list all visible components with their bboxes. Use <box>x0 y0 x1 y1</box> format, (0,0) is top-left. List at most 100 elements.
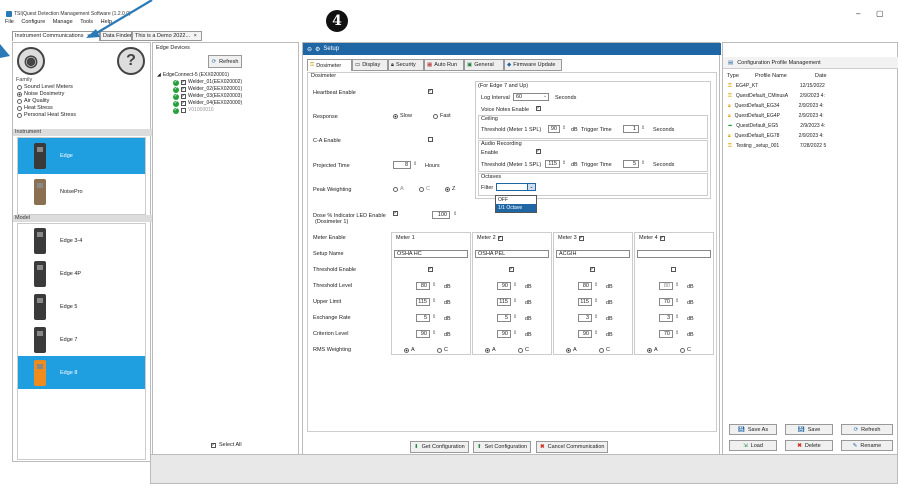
load-button[interactable]: ⇲ Load <box>729 440 777 451</box>
family-radio[interactable]: Air Quality <box>17 98 49 104</box>
family-radio[interactable]: Sound Level Meters <box>17 84 73 90</box>
model-item[interactable]: Edge 3-4 <box>18 224 145 257</box>
meter-1-criterion-input[interactable]: 90 <box>416 330 430 338</box>
meter-4-rms-c[interactable]: C <box>680 347 691 353</box>
peak-a-radio[interactable]: A <box>393 186 404 192</box>
checkbox[interactable]: ✓ <box>211 442 216 448</box>
spinner-icon[interactable]: ⇕ <box>594 330 598 336</box>
response-fast-radio[interactable]: Fast <box>433 113 451 119</box>
rename-button[interactable]: ✎ Rename <box>841 440 893 451</box>
profile-row[interactable]: 🔒︎ QuestDefault_EG34 2/9/2023 4: <box>728 103 824 109</box>
dose-led-input[interactable]: 100 <box>432 211 450 219</box>
meter-2-enable[interactable]: Meter 2 ✓ <box>477 235 503 241</box>
profile-row[interactable]: 🔒︎ QuestDefault_EG4P 2/9/2023 4: <box>728 113 824 119</box>
tree-device[interactable]: ✓ ✓ Welder_01(EEX020002) <box>157 79 242 86</box>
tree-root[interactable]: ◢ EdgeConnect-5 (EXX020001) <box>157 72 242 79</box>
spinner-icon[interactable]: ⇕ <box>413 161 417 167</box>
meter-3-rms-a[interactable]: A <box>566 347 577 353</box>
audio-enable-checkbox[interactable]: ✓ <box>536 149 541 154</box>
spinner-icon[interactable]: ⇕ <box>513 282 517 288</box>
heartbeat-checkbox[interactable]: ✓ <box>428 89 433 94</box>
model-item[interactable]: Edge 5 <box>18 290 145 323</box>
voice-notes-checkbox[interactable]: ✓ <box>536 106 541 111</box>
filter-option-off[interactable]: OFF <box>496 196 536 204</box>
spinner-icon[interactable]: ⇕ <box>513 330 517 336</box>
connect-icon[interactable]: ◉ <box>17 47 45 75</box>
meter-3-threshold-checkbox[interactable]: ✓ <box>590 267 595 272</box>
set-configuration-button[interactable]: ⬆ Set Configuration <box>473 441 532 453</box>
spinner-icon[interactable]: ⇕ <box>641 125 645 131</box>
meter-1-exchange-input[interactable]: 5 <box>416 314 430 322</box>
audio-trigger-input[interactable]: 5 <box>623 160 639 168</box>
profile-row[interactable]: ⚿ EG4P_KT 12/15/2022 <box>728 83 825 89</box>
spinner-icon[interactable]: ⇕ <box>562 160 566 166</box>
save-button[interactable]: 💾︎ Save <box>785 424 833 435</box>
tree-device[interactable]: ✓ V01000010 <box>157 107 242 114</box>
device-checkbox[interactable]: ✓ <box>181 87 186 92</box>
spinner-icon[interactable]: ⇕ <box>453 211 457 217</box>
chevron-down-icon[interactable]: ⌄ <box>543 93 547 99</box>
get-configuration-button[interactable]: ⬇ Get Configuration <box>410 441 469 453</box>
meter-2-rms-c[interactable]: C <box>518 347 529 353</box>
meter-3-setup-name[interactable]: ACGIH <box>556 250 630 258</box>
meter-2-threshold-input[interactable]: 90 <box>497 282 511 290</box>
spinner-icon[interactable]: ⇕ <box>513 314 517 320</box>
refresh-button[interactable]: ⟳ Refresh <box>208 55 242 68</box>
meter-2-threshold-checkbox[interactable]: ✓ <box>509 267 514 272</box>
meter-3-rms-c[interactable]: C <box>599 347 610 353</box>
spinner-icon[interactable]: ⇕ <box>432 282 436 288</box>
meter-3-threshold-input[interactable]: 80 <box>578 282 592 290</box>
tree-device[interactable]: ✓ ✓ Welder_02(EEX020001) <box>157 86 242 93</box>
meter-3-criterion-input[interactable]: 90 <box>578 330 592 338</box>
tab-display[interactable]: ▭ Display <box>352 59 388 71</box>
meter-2-criterion-input[interactable]: 90 <box>497 330 511 338</box>
delete-button[interactable]: ✖ Delete <box>785 440 833 451</box>
meter-3-upper-input[interactable]: 115 <box>578 298 592 306</box>
select-all-checkbox[interactable]: ✓ Select All <box>211 442 242 448</box>
ceiling-threshold-input[interactable]: 90 <box>548 125 560 133</box>
model-item-selected[interactable]: Edge 8 <box>18 356 145 389</box>
ceiling-trigger-input[interactable]: 1 <box>623 125 639 133</box>
projected-time-input[interactable]: 8 <box>393 161 411 169</box>
meter-2-setup-name[interactable]: OSHA PEL <box>475 250 549 258</box>
peak-z-radio[interactable]: Z <box>445 186 455 192</box>
spinner-icon[interactable]: ⇕ <box>594 298 598 304</box>
profile-row[interactable]: ⚿ Testing _setup_001 7/28/2022 5 <box>728 143 826 149</box>
save-as-button[interactable]: 💾︎ Save As <box>729 424 777 435</box>
family-radio[interactable]: Personal Heat Stress <box>17 112 76 118</box>
meter-1-setup-name[interactable]: OSHA HC <box>394 250 468 258</box>
instrument-item-noisepro[interactable]: NoisePro <box>18 174 145 210</box>
tab-auto-run[interactable]: ▦ Auto Run <box>424 59 464 71</box>
device-checkbox[interactable]: ✓ <box>181 80 186 85</box>
spinner-icon[interactable]: ⇕ <box>432 314 436 320</box>
device-checkbox[interactable] <box>181 108 186 113</box>
profile-row[interactable]: ⚿ QuestDefault_CMinusA 2/9/2023 4: <box>728 93 825 99</box>
cancel-communication-button[interactable]: ✖ Cancel Communication <box>536 441 609 453</box>
model-item[interactable]: Edge 7 <box>18 323 145 356</box>
meter-3-enable[interactable]: Meter 3 ✓ <box>558 235 584 241</box>
profile-row[interactable]: 🔒︎ QuestDefault_EG78 2/9/2023 4: <box>728 133 824 139</box>
device-checkbox[interactable]: ✓ <box>181 94 186 99</box>
meter-1-rms-a[interactable]: A <box>404 347 415 353</box>
family-radio[interactable]: Noise Dosimetry <box>17 91 64 97</box>
chevron-down-icon[interactable]: ⌄ <box>527 183 536 191</box>
peak-c-radio[interactable]: C <box>419 186 430 192</box>
meter-4-enable[interactable]: Meter 4 ✓ <box>639 235 665 241</box>
profile-row[interactable]: ➡ QuestDefault_EG5 2/9/2023 4: <box>728 123 825 129</box>
meter-3-exchange-input[interactable]: 3 <box>578 314 592 322</box>
meter-4-upper-input[interactable]: 70 <box>659 298 673 306</box>
meter-4-exchange-input[interactable]: 3 <box>659 314 673 322</box>
meter-1-upper-input[interactable]: 115 <box>416 298 430 306</box>
meter-1-rms-c[interactable]: C <box>437 347 448 353</box>
meter-2-upper-input[interactable]: 115 <box>497 298 511 306</box>
spinner-icon[interactable]: ⇕ <box>675 282 679 288</box>
meter-4-setup-name[interactable] <box>637 250 711 258</box>
instrument-item-edge[interactable]: Edge <box>18 138 145 174</box>
family-radio[interactable]: Heat Stress <box>17 105 53 111</box>
checkbox[interactable]: ✓ <box>497 235 503 241</box>
device-checkbox[interactable]: ✓ <box>181 101 186 106</box>
refresh-profiles-button[interactable]: ⟳ Refresh <box>841 424 893 435</box>
tab-dosimeter[interactable]: ⚿ Dosimeter <box>307 59 352 71</box>
spinner-icon[interactable]: ⇕ <box>594 314 598 320</box>
checkbox[interactable]: ✓ <box>578 235 584 241</box>
